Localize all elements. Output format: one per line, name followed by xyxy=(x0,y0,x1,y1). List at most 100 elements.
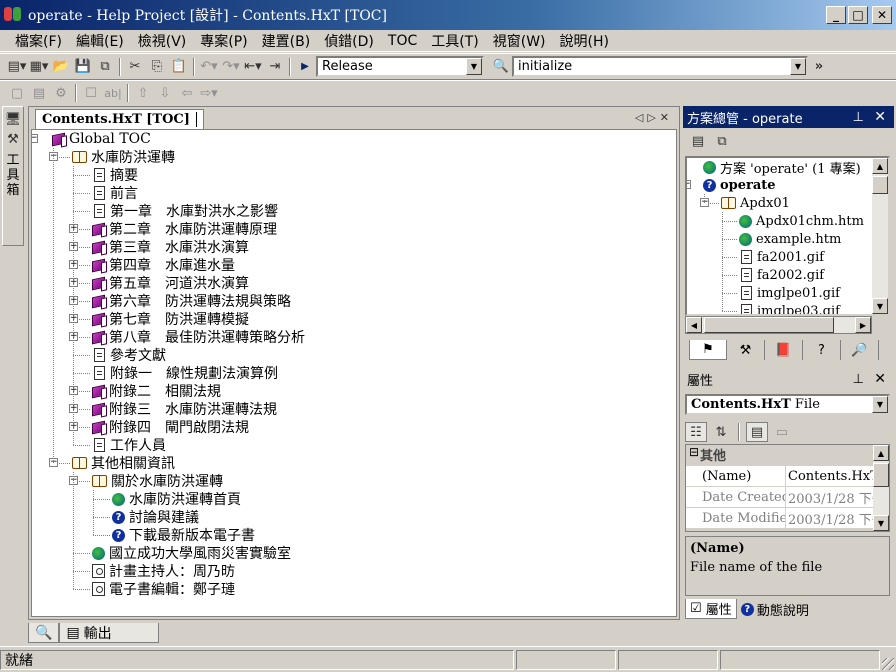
solution-tree-item[interactable]: ? operate xyxy=(703,176,776,194)
toc-tree-item[interactable]: 附錄二 相關法規 xyxy=(92,382,221,400)
undo-icon[interactable]: ↶▾ xyxy=(198,57,220,77)
toc-tree-item[interactable]: 第二章 水庫防洪運轉原理 xyxy=(92,220,277,238)
pin-icon[interactable]: ⊥ xyxy=(853,372,864,387)
property-row[interactable]: Date Modified 2003/1/28 下午 xyxy=(686,508,875,529)
toc-tree-item[interactable]: ? 討論與建議 xyxy=(112,508,199,526)
toc-tree-item[interactable]: 第八章 最佳防洪運轉策略分析 xyxy=(92,328,305,346)
solution-tree-item[interactable]: fa2001.gif xyxy=(739,248,824,266)
collapse-icon[interactable]: − xyxy=(32,134,38,143)
toc-tree-item[interactable]: 附錄三 水庫防洪運轉法規 xyxy=(92,400,277,418)
toc-tree-item[interactable]: 電子書編輯：鄭子璉 xyxy=(92,580,235,598)
resize-grip[interactable] xyxy=(882,658,894,670)
toc-tree[interactable]: −Global TOC−水庫防洪運轉摘要前言第一章 水庫對洪水之影響+第二章 水… xyxy=(31,129,677,617)
toc-tree-item[interactable]: 附錄四 閘門啟閉法規 xyxy=(92,418,249,436)
menu-help[interactable]: 說明(H) xyxy=(553,31,616,51)
chevron-down-icon[interactable]: ▼ xyxy=(872,396,888,413)
add-item-icon[interactable]: ▦▾ xyxy=(28,57,50,77)
tab-class-view-icon[interactable]: ⚒ xyxy=(727,340,765,360)
move-down-icon[interactable]: ⇩ xyxy=(154,83,176,103)
object-selector[interactable]: Contents.HxT File ▼ xyxy=(685,394,890,415)
toc-tree-item[interactable]: Global TOC xyxy=(52,130,151,148)
merge-icon[interactable]: ⚙ xyxy=(50,83,72,103)
document-tab[interactable]: Contents.HxT [TOC] xyxy=(35,109,204,129)
find-in-files-icon[interactable]: 🔍 xyxy=(490,57,512,77)
collapse-icon[interactable]: − xyxy=(687,180,691,189)
scroll-up-icon[interactable]: ▲ xyxy=(872,158,888,174)
menu-debug[interactable]: 偵錯(D) xyxy=(317,31,381,51)
move-left-icon[interactable]: ⇦ xyxy=(176,83,198,103)
toc-tree-item[interactable]: 第五章 河道洪水演算 xyxy=(92,274,249,292)
toc-tree-item[interactable]: 計畫主持人：周乃昉 xyxy=(92,562,235,580)
edit-entry-icon[interactable]: ☐ xyxy=(80,83,102,103)
nav-back-icon[interactable]: ⇤▾ xyxy=(242,57,264,77)
chevron-down-icon[interactable]: ▼ xyxy=(466,58,482,75)
toc-tree-item[interactable]: 水庫防洪運轉 xyxy=(72,148,175,166)
properties-titlebar[interactable]: 屬性 ⊥ ✕ xyxy=(683,368,894,390)
tab-index-icon[interactable]: ? xyxy=(803,340,841,360)
solution-tree-item[interactable]: imglpe01.gif xyxy=(739,284,840,302)
minimize-button[interactable]: _ xyxy=(826,6,846,24)
open-folder-icon[interactable]: 📂 xyxy=(50,57,72,77)
solution-tree[interactable]: ▲ ▼ 方案 'operate' (1 專案)−?operate−Apdx01A… xyxy=(685,156,890,316)
menu-view[interactable]: 檢視(V) xyxy=(131,31,194,51)
toc-tree-item[interactable]: 第七章 防洪運轉模擬 xyxy=(92,310,249,328)
scroll-left-icon[interactable]: ◀ xyxy=(686,317,702,333)
close-document-icon[interactable]: ✕ xyxy=(660,111,673,124)
toc-tree-item[interactable]: 摘要 xyxy=(92,166,138,184)
close-icon[interactable]: ✕ xyxy=(874,109,886,125)
tab-contents-icon[interactable]: 📕 xyxy=(765,340,803,360)
menu-tools[interactable]: 工具(T) xyxy=(424,31,485,51)
collapse-icon[interactable]: ⊟ xyxy=(686,445,700,465)
scroll-thumb[interactable] xyxy=(872,176,888,194)
pin-icon[interactable]: ⊥ xyxy=(853,110,864,125)
toolbox-strip[interactable]: 🖥 ⚒ 工具箱 xyxy=(2,106,24,246)
save-icon[interactable]: 💾 xyxy=(72,57,94,77)
toolbox-icon[interactable]: ⚒ xyxy=(2,129,24,149)
scroll-down-icon[interactable]: ▼ xyxy=(872,298,888,314)
toc-tree-item[interactable]: 第三章 水庫洪水演算 xyxy=(92,238,249,256)
hscroll-thumb[interactable] xyxy=(704,317,834,333)
redo-icon[interactable]: ↷▾ xyxy=(220,57,242,77)
rename-icon[interactable]: ab| xyxy=(102,83,124,103)
toc-tree-item[interactable]: 前言 xyxy=(92,184,138,202)
toolbar-overflow-icon[interactable]: » xyxy=(808,57,830,77)
solution-config-combo[interactable]: Release ▼ xyxy=(316,56,484,77)
solution-tree-item[interactable]: Apdx01 xyxy=(721,194,790,212)
toc-tree-item[interactable]: 其他相關資訊 xyxy=(72,454,175,472)
menu-project[interactable]: 專案(P) xyxy=(193,31,254,51)
toc-tree-item[interactable]: 第一章 水庫對洪水之影響 xyxy=(92,202,278,220)
new-project-icon[interactable]: ▤▾ xyxy=(6,57,28,77)
solution-explorer-titlebar[interactable]: 方案總管 - operate ⊥ ✕ xyxy=(683,106,894,128)
cut-icon[interactable]: ✂ xyxy=(124,57,146,77)
toc-tree-item[interactable]: 第六章 防洪運轉法規與策略 xyxy=(92,292,291,310)
property-value[interactable]: Contents.HxT xyxy=(786,466,875,486)
solution-tree-item[interactable]: fa2002.gif xyxy=(739,266,824,284)
toc-tree-item[interactable]: 關於水庫防洪運轉 xyxy=(92,472,223,490)
close-icon[interactable]: ✕ xyxy=(874,371,886,387)
find-combo[interactable]: initialize ▼ xyxy=(512,56,808,77)
property-row[interactable]: Date Created 2003/1/28 下午 xyxy=(686,487,875,508)
properties-view-icon[interactable]: ▤ xyxy=(746,422,768,442)
menu-toc[interactable]: TOC xyxy=(381,33,424,49)
solution-scrollbar[interactable]: ▲ ▼ xyxy=(872,158,888,314)
tab-scroll-right-icon[interactable]: ▷ xyxy=(647,111,659,124)
move-right-icon[interactable]: ⇨▾ xyxy=(198,83,220,103)
title-bar[interactable]: operate - Help Project [設計] - Contents.H… xyxy=(0,0,896,30)
solution-hscrollbar[interactable]: ◀ ▶ xyxy=(685,316,872,334)
toc-tree-item[interactable]: 工作人員 xyxy=(92,436,166,454)
toc-tree-item[interactable]: 參考文獻 xyxy=(92,346,166,364)
toc-tree-item[interactable]: 附錄一 線性規劃法演算例 xyxy=(92,364,278,382)
tab-solution-explorer-icon[interactable]: ⚑ xyxy=(689,340,727,360)
property-grid[interactable]: ⊟ 其他 (Name) Contents.HxT Date Created 20… xyxy=(685,444,890,532)
tab-scroll-left-icon[interactable]: ◁ xyxy=(635,111,647,124)
property-row[interactable]: (Name) Contents.HxT xyxy=(686,466,875,487)
properties-icon[interactable]: ▤ xyxy=(687,131,709,151)
tab-task-list-icon[interactable]: 🔍 xyxy=(28,623,60,643)
menu-file[interactable]: 檔案(F) xyxy=(8,31,69,51)
copy-icon[interactable]: ⎘ xyxy=(146,57,168,77)
app-icon[interactable] xyxy=(4,7,22,23)
tab-search-icon[interactable]: 🔎 xyxy=(841,340,879,360)
start-icon[interactable]: ▶ xyxy=(294,57,316,77)
server-explorer-icon[interactable]: 🖥 xyxy=(2,109,24,129)
toc-tree-item[interactable]: 國立成功大學風雨災害實驗室 xyxy=(92,544,291,562)
